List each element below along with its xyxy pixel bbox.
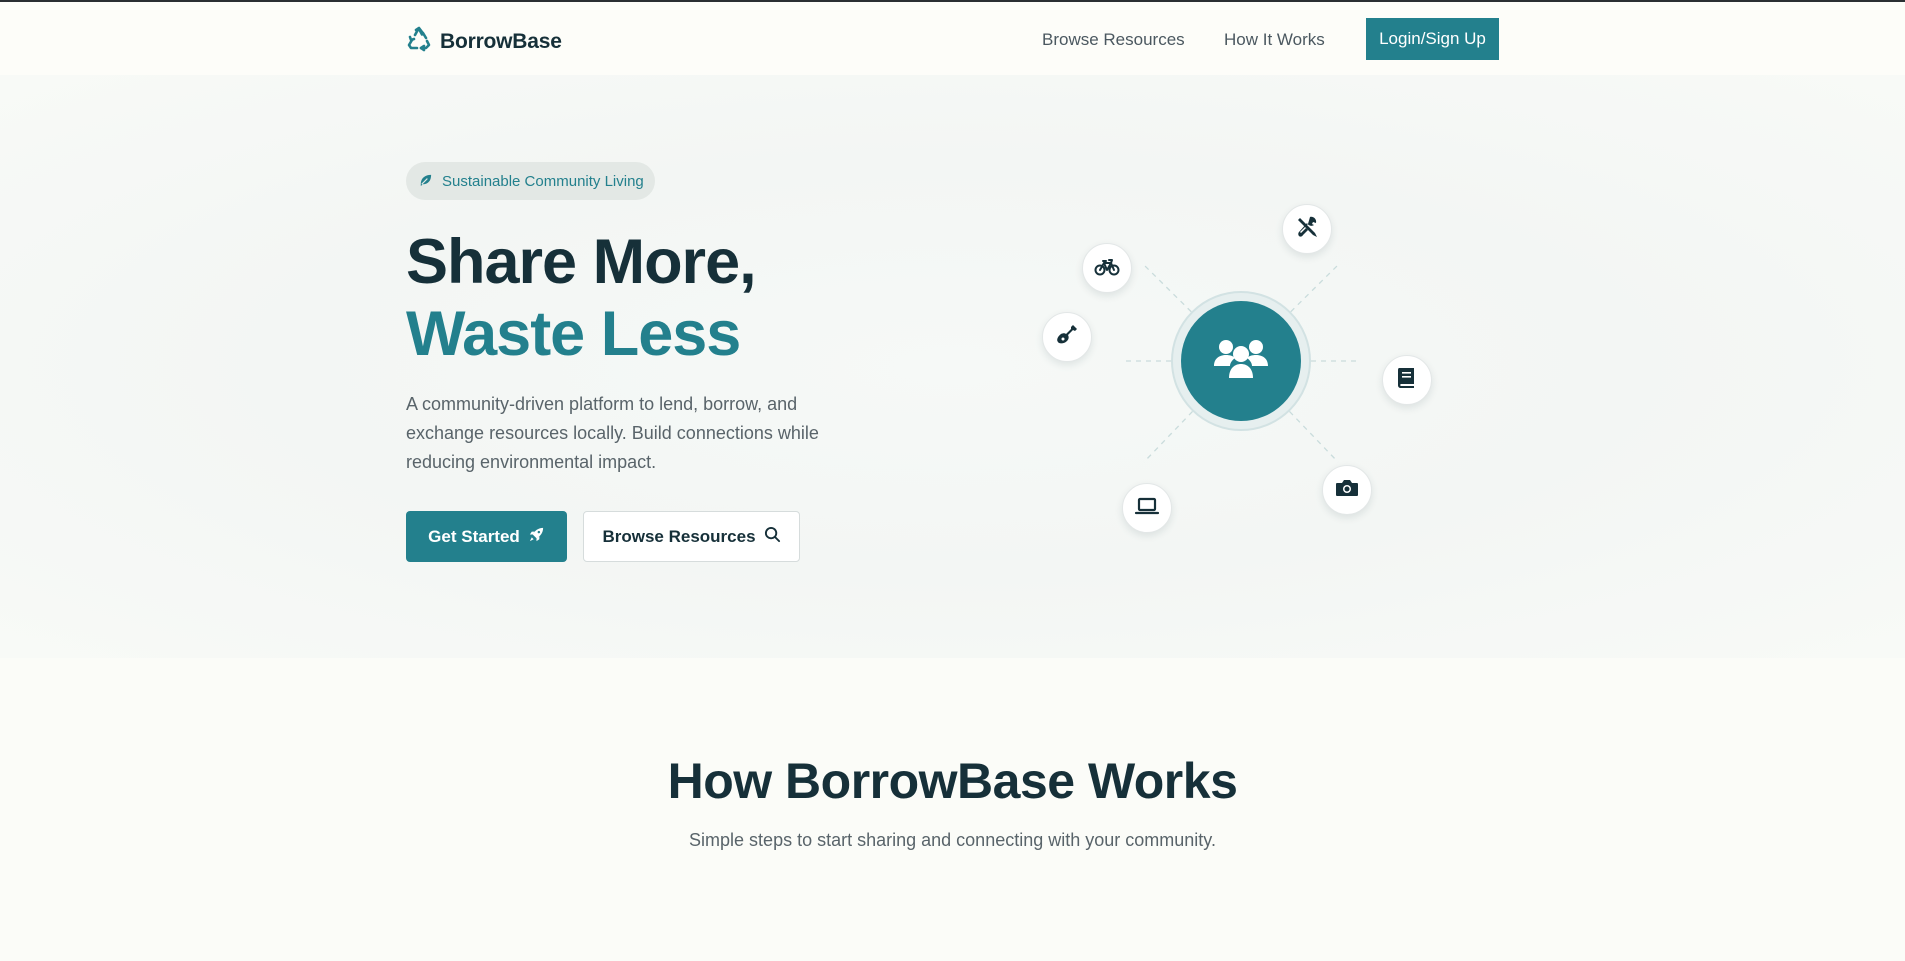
- how-it-works-title: How BorrowBase Works: [667, 753, 1238, 809]
- login-signup-button[interactable]: Login/Sign Up: [1366, 18, 1499, 60]
- hero-badge: Sustainable Community Living: [406, 162, 655, 200]
- how-it-works-subtitle: Simple steps to start sharing and connec…: [689, 830, 1216, 850]
- recycle-icon: [406, 26, 432, 57]
- bicycle-icon: [1094, 253, 1120, 284]
- browse-resources-label: Browse Resources: [602, 526, 756, 546]
- laptop-icon: [1134, 493, 1160, 524]
- search-icon: [764, 526, 781, 548]
- nav-how-it-works[interactable]: How It Works: [1224, 30, 1325, 50]
- community-hub: [1181, 301, 1301, 421]
- book-icon: [1394, 365, 1420, 396]
- brand-name: BorrowBase: [440, 29, 562, 53]
- laptop-node: [1122, 483, 1172, 533]
- community-illustration: [1000, 180, 1480, 570]
- get-started-button[interactable]: Get Started: [406, 511, 567, 562]
- camera-icon: [1334, 475, 1360, 506]
- leaf-icon: [418, 172, 433, 191]
- hero-title-line1: Share More,: [406, 227, 757, 297]
- brand-logo[interactable]: BorrowBase: [406, 26, 562, 57]
- hero-title-line2: Waste Less: [406, 299, 741, 369]
- rocket-icon: [528, 526, 545, 548]
- tools-node: [1282, 204, 1332, 254]
- bicycle-node: [1082, 243, 1132, 293]
- browse-resources-button[interactable]: Browse Resources: [583, 511, 800, 562]
- book-node: [1382, 355, 1432, 405]
- site-header: BorrowBase Browse Resources How It Works…: [0, 2, 1905, 75]
- guitar-node: [1042, 312, 1092, 362]
- hero-description: A community-driven platform to lend, bor…: [406, 394, 819, 472]
- nav-browse-resources[interactable]: Browse Resources: [1042, 30, 1185, 50]
- hero-section: [0, 75, 1905, 658]
- hero-title: Share More, Waste Less: [406, 226, 757, 370]
- camera-node: [1322, 465, 1372, 515]
- get-started-label: Get Started: [428, 526, 520, 546]
- tools-icon: [1294, 214, 1320, 245]
- users-icon: [1211, 334, 1271, 389]
- badge-label: Sustainable Community Living: [442, 172, 644, 190]
- guitar-icon: [1054, 322, 1080, 353]
